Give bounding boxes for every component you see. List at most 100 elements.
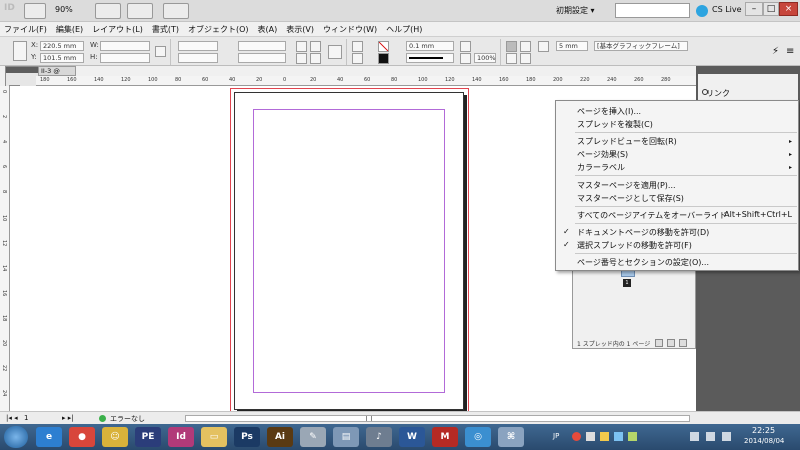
flag-icon[interactable] xyxy=(722,432,731,441)
horizontal-scrollbar[interactable] xyxy=(185,415,690,422)
rotate-cw-icon[interactable] xyxy=(296,41,307,52)
tray-app-icon[interactable] xyxy=(572,432,581,441)
document-page[interactable] xyxy=(234,92,464,410)
bridge-button[interactable] xyxy=(24,3,46,19)
menu-file[interactable]: ファイル(F) xyxy=(0,22,52,36)
stroke-type-select[interactable] xyxy=(406,53,454,63)
links-panel-label[interactable]: リンク xyxy=(706,88,730,99)
taskbar-network-icon[interactable]: ⌘ xyxy=(498,427,524,447)
clock-time[interactable]: 22:25 xyxy=(752,426,775,435)
search-input[interactable] xyxy=(615,3,690,18)
menu-item-insert-pages[interactable]: ページを挿入(I)... xyxy=(577,106,641,117)
document-tab[interactable]: II-3 @ 90% xyxy=(38,66,76,84)
menu-edit[interactable]: 編集(E) xyxy=(52,22,88,36)
offset-field[interactable]: 5 mm xyxy=(556,41,588,51)
menu-view[interactable]: 表示(V) xyxy=(282,22,319,36)
menu-item-allow-pages-shuffle[interactable]: ドキュメントページの移動を許可(D) xyxy=(577,227,709,238)
delete-page-icon[interactable] xyxy=(679,339,687,347)
menu-item-page-transitions[interactable]: ページ効果(S) xyxy=(577,149,628,160)
menu-item-allow-spread-shuffle[interactable]: 選択スプレッドの移動を許可(F) xyxy=(577,240,692,251)
menu-type[interactable]: 書式(T) xyxy=(148,22,184,36)
paragraph-icon[interactable] xyxy=(328,45,342,59)
start-button[interactable] xyxy=(4,426,28,448)
fill-frame-icon[interactable] xyxy=(520,53,531,64)
tray-settings-icon[interactable] xyxy=(628,432,637,441)
fit-frame-icon[interactable] xyxy=(520,41,531,52)
next-page-icon[interactable]: ▸ ▸| xyxy=(62,414,74,422)
new-page-button[interactable] xyxy=(667,339,675,347)
taskbar-photoshop-elements-icon[interactable]: PE xyxy=(135,427,161,447)
maximize-button[interactable]: □ xyxy=(763,2,779,16)
menu-help[interactable]: ヘルプ(H) xyxy=(382,22,427,36)
taskbar-explorer-icon[interactable]: ▭ xyxy=(201,427,227,447)
shear-field[interactable] xyxy=(238,53,286,63)
tray-help-icon[interactable] xyxy=(614,432,623,441)
scrollbar-thumb[interactable] xyxy=(366,416,372,421)
menu-layout[interactable]: レイアウト(L) xyxy=(88,22,148,36)
network-icon[interactable] xyxy=(690,432,699,441)
menu-item-apply-master[interactable]: マスターページを適用(P)... xyxy=(577,180,676,191)
taskbar-illustrator-icon[interactable]: Ai xyxy=(267,427,293,447)
drop-shadow-icon[interactable] xyxy=(460,41,471,52)
preflight-status[interactable]: エラーなし xyxy=(110,414,145,424)
select-content-icon[interactable] xyxy=(352,53,363,64)
stroke-weight-field[interactable]: 0.1 mm xyxy=(406,41,454,51)
workspace-switcher[interactable]: 初期設定 ▾ xyxy=(556,5,595,16)
menu-item-override-all[interactable]: すべてのページアイテムをオーバーライド xyxy=(577,210,727,221)
rotation-field[interactable] xyxy=(238,41,286,51)
taskbar-chrome-icon[interactable]: ● xyxy=(69,427,95,447)
y-position-field[interactable]: 101.5 mm xyxy=(40,53,84,63)
menu-item-color-label[interactable]: カラーラベル xyxy=(577,162,625,173)
page-number-field[interactable]: 1 xyxy=(24,414,28,422)
taskbar-word-icon[interactable]: W xyxy=(399,427,425,447)
constrain-proportions-icon[interactable] xyxy=(155,46,166,57)
menu-table[interactable]: 表(A) xyxy=(254,22,283,36)
menu-object[interactable]: オブジェクト(O) xyxy=(184,22,254,36)
panel-menu-icon[interactable]: ≡ xyxy=(786,46,797,57)
rotate-ccw-icon[interactable] xyxy=(310,41,321,52)
opacity-icon[interactable] xyxy=(460,53,471,64)
scale-x-field[interactable] xyxy=(178,41,218,51)
flip-horizontal-icon[interactable] xyxy=(296,53,307,64)
volume-icon[interactable] xyxy=(706,432,715,441)
first-page-icon[interactable]: |◂ ◂ xyxy=(6,414,18,422)
width-field[interactable] xyxy=(100,41,150,51)
taskbar-browser-icon[interactable]: ◎ xyxy=(465,427,491,447)
taskbar-mcafee-icon[interactable]: M xyxy=(432,427,458,447)
taskbar-tool-1-icon[interactable]: ✎ xyxy=(300,427,326,447)
cs-live-label[interactable]: CS Live xyxy=(712,5,742,14)
menu-item-rotate-spread-view[interactable]: スプレッドビューを回転(R) xyxy=(577,136,677,147)
horizontal-ruler[interactable]: 180 160 140 120 100 80 60 40 20 0 20 40 60 80 100 120 14… xyxy=(36,76,696,86)
menu-item-numbering-options[interactable]: ページ番号とセクションの設定(O)... xyxy=(577,257,709,268)
language-indicator[interactable]: JP xyxy=(553,432,559,440)
scale-y-field[interactable] xyxy=(178,53,218,63)
menu-window[interactable]: ウィンドウ(W) xyxy=(319,22,382,36)
screen-mode-button[interactable] xyxy=(127,3,153,19)
taskbar-tool-2-icon[interactable]: ▤ xyxy=(333,427,359,447)
taskbar-microphone-icon[interactable]: ♪ xyxy=(366,427,392,447)
zoom-level-select[interactable]: 90% xyxy=(55,5,73,14)
tray-ime-icon[interactable] xyxy=(586,432,595,441)
close-button[interactable]: × xyxy=(779,2,798,16)
tray-tool-icon[interactable] xyxy=(600,432,609,441)
select-container-icon[interactable] xyxy=(352,41,363,52)
menu-item-save-as-master[interactable]: マスターページとして保存(S) xyxy=(577,193,684,204)
fit-content-icon[interactable] xyxy=(506,41,517,52)
x-position-field[interactable]: 220.5 mm xyxy=(40,41,84,51)
arrange-documents-button[interactable] xyxy=(163,3,189,19)
view-options-button[interactable] xyxy=(95,3,121,19)
taskbar-ie-icon[interactable]: e xyxy=(36,427,62,447)
taskbar-photoshop-icon[interactable]: Ps xyxy=(234,427,260,447)
taskbar-smile-icon[interactable]: ☺ xyxy=(102,427,128,447)
reference-point-icon[interactable] xyxy=(13,41,27,61)
page-size-button[interactable] xyxy=(655,339,663,347)
height-field[interactable] xyxy=(100,53,150,63)
center-content-icon[interactable] xyxy=(506,53,517,64)
cs-live-icon[interactable] xyxy=(696,5,708,17)
lightning-icon[interactable]: ⚡ xyxy=(772,46,783,57)
tools-panel-header[interactable] xyxy=(6,67,38,73)
vertical-ruler[interactable]: 0 2 4 6 8 10 12 14 16 18 20 22 24 xyxy=(0,86,10,411)
minimize-button[interactable]: – xyxy=(745,2,763,16)
object-style-select[interactable]: [基本グラフィックフレーム] xyxy=(594,41,688,51)
stroke-swatch-icon[interactable] xyxy=(378,53,389,64)
